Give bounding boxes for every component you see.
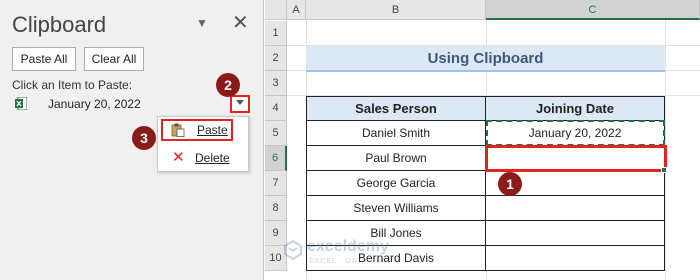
menu-item-paste[interactable]: Paste (161, 119, 233, 141)
row-header[interactable]: 7 (265, 171, 287, 196)
copy-marquee (486, 120, 665, 146)
table-header-cell[interactable]: Joining Date (486, 96, 665, 121)
table-header-cell[interactable]: Sales Person (306, 96, 486, 121)
table-cell[interactable]: Paul Brown (306, 146, 486, 171)
row-header[interactable]: 8 (265, 196, 287, 221)
excel-icon (15, 97, 27, 110)
clipboard-item-context-menu: Paste ✕ Delete (157, 116, 249, 172)
column-header-a[interactable]: A (287, 0, 306, 20)
clipboard-item[interactable]: January 20, 2022 (48, 97, 141, 111)
task-pane-options-icon[interactable]: ▼ (196, 16, 208, 30)
paste-all-button[interactable]: Paste All (12, 47, 76, 71)
table-cell[interactable] (486, 246, 665, 271)
sheet-title-cell[interactable]: Using Clipboard (306, 46, 665, 72)
row-header[interactable]: 3 (265, 71, 287, 96)
watermark-tagline: EXCEL · DATA · BI (309, 258, 385, 265)
active-cell-highlight (485, 145, 667, 172)
step-badge-3: 3 (132, 126, 156, 150)
row-header[interactable]: 5 (265, 121, 287, 146)
table-cell[interactable]: Daniel Smith (306, 121, 486, 146)
chevron-down-icon (236, 100, 244, 105)
watermark: exceldemy EXCEL · DATA · BI (279, 236, 419, 276)
row-header[interactable]: 6 (265, 146, 287, 171)
close-icon[interactable]: ✕ (232, 10, 249, 35)
delete-icon: ✕ (172, 149, 185, 166)
exceldemy-logo-icon (284, 240, 302, 260)
table-cell[interactable] (486, 196, 665, 221)
column-header-c[interactable]: C (486, 0, 700, 20)
row-header[interactable]: 1 (265, 21, 287, 46)
menu-item-paste-label: Paste (197, 123, 228, 137)
fill-handle[interactable] (661, 167, 667, 173)
clipboard-item-dropdown-button[interactable] (230, 95, 250, 113)
worksheet: A B C 1 2 3 4 5 6 7 8 9 10 Using Clipboa… (265, 0, 700, 280)
paste-hint: Click an Item to Paste: (12, 78, 133, 92)
row-header[interactable]: 4 (265, 96, 287, 121)
select-all-corner[interactable] (265, 0, 287, 20)
table-cell[interactable]: George Garcia (306, 171, 486, 196)
table-cell[interactable] (486, 221, 665, 246)
clear-all-button[interactable]: Clear All (84, 47, 144, 71)
column-header-b[interactable]: B (306, 0, 486, 20)
step-badge-1: 1 (498, 172, 522, 196)
table-cell[interactable]: Steven Williams (306, 196, 486, 221)
step-badge-2: 2 (216, 73, 240, 97)
watermark-name: exceldemy (307, 238, 389, 255)
paste-icon (171, 123, 185, 137)
menu-item-delete-label: Delete (195, 151, 230, 165)
row-header[interactable]: 2 (265, 46, 287, 71)
pane-title: Clipboard (12, 12, 107, 37)
